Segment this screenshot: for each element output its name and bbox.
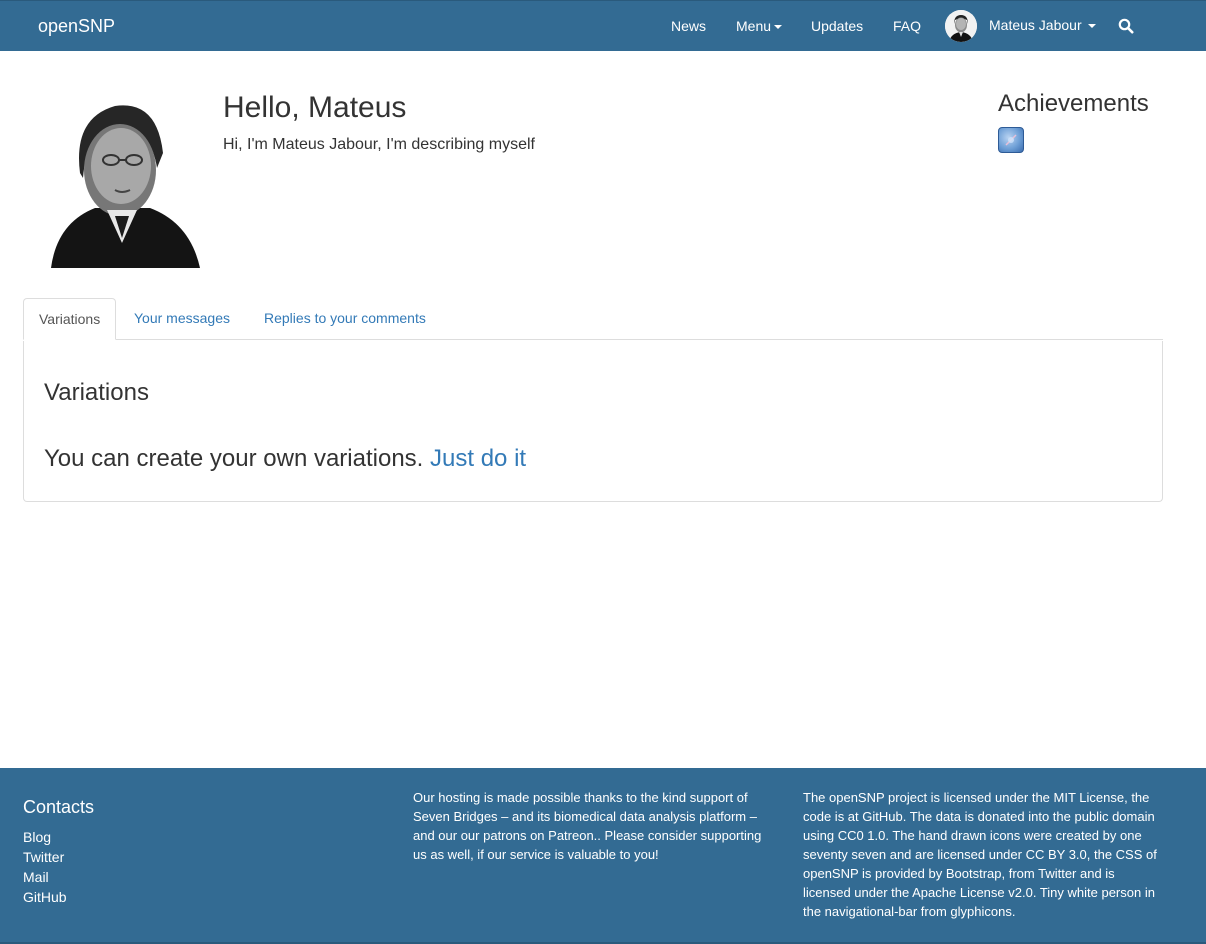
tab-variations[interactable]: Variations [23, 298, 116, 340]
license-text: The openSNP project is licensed under th… [803, 790, 1157, 919]
panel-message: You can create your own variations. Just… [44, 445, 526, 473]
footer-link-mail[interactable]: Mail [23, 869, 49, 885]
nav-menu-label: Menu [736, 18, 772, 34]
achievement-badge-icon[interactable] [998, 127, 1024, 153]
avatar[interactable] [945, 10, 977, 42]
tab-replies-to-comments[interactable]: Replies to your comments [249, 298, 441, 340]
hosting-text: Our hosting is made possible thanks to t… [413, 790, 762, 862]
just-do-it-link[interactable]: Just do it [430, 445, 526, 472]
user-portrait-icon [945, 10, 977, 42]
chevron-down-icon [774, 25, 783, 30]
search-icon[interactable] [1118, 18, 1134, 34]
footer-link-github[interactable]: GitHub [23, 889, 67, 905]
brand-link[interactable]: openSNP [38, 16, 115, 37]
user-bio: Hi, I'm Mateus Jabour, I'm describing my… [223, 136, 535, 153]
panel-title: Variations [44, 379, 149, 406]
page-title: Hello, Mateus [223, 91, 407, 124]
panel-message-text: You can create your own variations. [44, 445, 424, 472]
profile-portrait-image [45, 98, 200, 268]
top-navbar: openSNP News Menu Updates FAQ Mateus Jab… [0, 0, 1206, 51]
chevron-down-icon [1087, 24, 1096, 29]
tab-your-messages[interactable]: Your messages [119, 298, 245, 340]
user-menu-dropdown[interactable]: Mateus Jabour [989, 17, 1096, 33]
footer: Contacts Blog Twitter Mail GitHub Our ho… [0, 768, 1206, 944]
profile-photo [45, 98, 200, 268]
nav-faq-link[interactable]: FAQ [893, 18, 921, 34]
profile-tabs: Variations Your messages Replies to your… [23, 298, 1163, 340]
user-name: Mateus Jabour [989, 17, 1082, 33]
footer-link-blog[interactable]: Blog [23, 829, 51, 845]
variations-panel: Variations You can create your own varia… [23, 341, 1163, 502]
nav-news-link[interactable]: News [671, 18, 706, 34]
contacts-heading: Contacts [23, 797, 95, 817]
nav-menu-dropdown[interactable]: Menu [736, 18, 783, 34]
achievements-heading: Achievements [998, 90, 1149, 117]
footer-link-twitter[interactable]: Twitter [23, 849, 64, 865]
nav-updates-link[interactable]: Updates [811, 18, 863, 34]
